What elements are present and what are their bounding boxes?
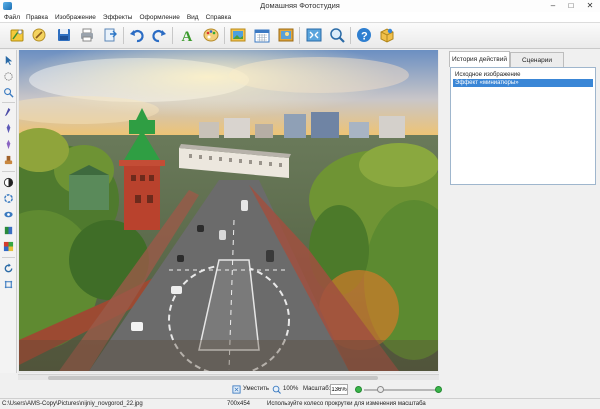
rotate-icon[interactable] (2, 262, 15, 275)
tab-history[interactable]: История действий (449, 51, 510, 67)
perspective-icon[interactable] (2, 278, 15, 291)
actual-size-icon[interactable] (272, 385, 281, 394)
color-channels-icon[interactable] (2, 240, 15, 253)
color-balance-icon[interactable] (2, 224, 15, 237)
horizontal-scrollbar[interactable] (18, 374, 439, 380)
save-icon[interactable] (55, 26, 73, 44)
magnifier-icon[interactable] (2, 86, 15, 99)
clone-stamp-icon[interactable] (2, 154, 15, 167)
calendar-icon[interactable] (253, 26, 271, 44)
maximize-button[interactable]: □ (562, 0, 580, 11)
toolbar: A ? (0, 23, 600, 49)
fit-icon[interactable] (232, 385, 241, 394)
toolbar-separator (299, 27, 300, 44)
scrollbar-thumb[interactable] (48, 376, 378, 380)
menu-bar: Файл Правка Изображение Эффекты Оформлен… (0, 12, 600, 23)
redo-icon[interactable] (150, 26, 168, 44)
menu-view[interactable]: Вид (187, 14, 199, 21)
contrast-icon[interactable] (2, 176, 15, 189)
menu-design[interactable]: Оформление (139, 14, 179, 21)
crop-circle-icon[interactable] (2, 70, 15, 83)
tool-palette (0, 50, 17, 373)
zoom-out-button[interactable] (355, 386, 362, 393)
undo-icon[interactable] (128, 26, 146, 44)
zoom-slider-thumb[interactable] (377, 386, 385, 393)
zoom-slider[interactable] (364, 389, 440, 391)
status-hint: Используйте колесо прокрутки для изменен… (267, 401, 426, 407)
tool-separator (2, 257, 15, 258)
zoom-in-button[interactable] (435, 386, 442, 393)
toolbar-separator (172, 27, 173, 44)
title-bar: Домашняя Фотостудия – □ ✕ (0, 0, 600, 12)
pipette-icon[interactable] (2, 106, 15, 119)
help-icon[interactable]: ? (355, 26, 373, 44)
toolbar-separator (350, 27, 351, 44)
minimize-button[interactable]: – (544, 0, 562, 11)
frame-icon[interactable] (229, 26, 247, 44)
menu-effects[interactable]: Эффекты (103, 14, 133, 21)
blur-icon[interactable] (2, 192, 15, 205)
eraser-brush-icon[interactable] (2, 138, 15, 151)
text-icon[interactable]: A (178, 26, 196, 44)
zoom-input[interactable] (330, 384, 348, 395)
scale-label: Масштаб: (303, 386, 331, 392)
history-item-miniature[interactable]: Эффект «миниатюры» (453, 79, 593, 87)
fit-screen-icon[interactable] (305, 26, 323, 44)
canvas-area[interactable] (18, 50, 439, 373)
history-list: Исходное изображение Эффект «миниатюры» (450, 67, 596, 185)
window-title: Домашняя Фотостудия (260, 1, 340, 10)
brush-icon[interactable] (2, 122, 15, 135)
tool-separator (2, 171, 15, 172)
photo-canvas[interactable] (19, 50, 438, 371)
zoom-search-icon[interactable] (328, 26, 346, 44)
pointer-icon[interactable] (2, 54, 15, 67)
tab-scripts[interactable]: Сценарии (510, 52, 564, 67)
menu-help[interactable]: Справка (206, 14, 232, 21)
status-bar: C:\Users\AMS-Copy\Pictures\nijniy_novgor… (0, 398, 600, 409)
svg-text:A: A (182, 29, 193, 43)
tool-separator (2, 102, 15, 103)
fit-label[interactable]: Уместить (243, 386, 269, 392)
magic-brush-icon[interactable] (30, 26, 48, 44)
actions-panel: История действий Сценарии Исходное изобр… (446, 50, 600, 373)
sharpen-icon[interactable] (2, 208, 15, 221)
menu-image[interactable]: Изображение (55, 14, 96, 21)
image-size: 700x454 (227, 401, 251, 407)
open-wizard-icon[interactable] (8, 26, 26, 44)
print-icon[interactable] (78, 26, 96, 44)
svg-text:?: ? (361, 31, 368, 43)
menu-edit[interactable]: Правка (26, 14, 48, 21)
zoom-bar: Уместить 100% Масштаб: (0, 381, 600, 398)
close-button[interactable]: ✕ (580, 0, 600, 11)
toolbar-separator (224, 27, 225, 44)
menu-file[interactable]: Файл (4, 14, 20, 21)
toolbar-separator (123, 27, 124, 44)
collage-icon[interactable] (277, 26, 295, 44)
package-icon[interactable] (378, 26, 396, 44)
history-item-original[interactable]: Исходное изображение (453, 71, 593, 79)
palette-icon[interactable] (202, 26, 220, 44)
actual-size-label[interactable]: 100% (283, 386, 298, 392)
file-path: C:\Users\AMS-Copy\Pictures\nijniy_novgor… (2, 401, 143, 407)
export-icon[interactable] (101, 26, 119, 44)
